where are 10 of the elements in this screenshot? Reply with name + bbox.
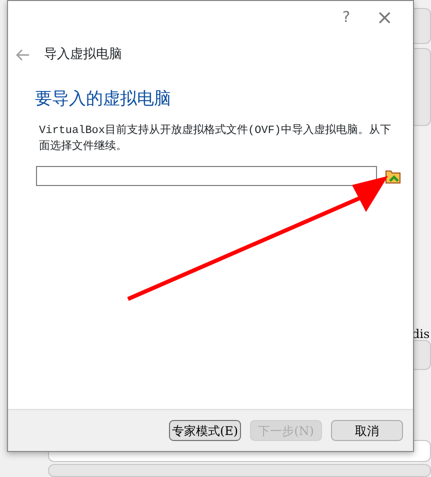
wizard-title: 导入虚拟电脑: [44, 46, 122, 64]
help-button[interactable]: ?: [342, 10, 350, 24]
wizard-button[interactable]: 专家模式(E): [169, 420, 241, 441]
close-button[interactable]: ×: [376, 7, 393, 27]
folder-icon[interactable]: [385, 168, 402, 184]
page-heading: 要导入的虚拟电脑: [34, 88, 172, 110]
wizard-button[interactable]: 取消: [331, 420, 403, 441]
file-path-field[interactable]: [36, 166, 377, 186]
description-text: VirtualBox目前支持从开放虚拟格式文件(OVF)中导入虚拟电脑。从下面选择文件继续。: [38, 122, 392, 155]
back-arrow-icon[interactable]: [16, 48, 30, 61]
